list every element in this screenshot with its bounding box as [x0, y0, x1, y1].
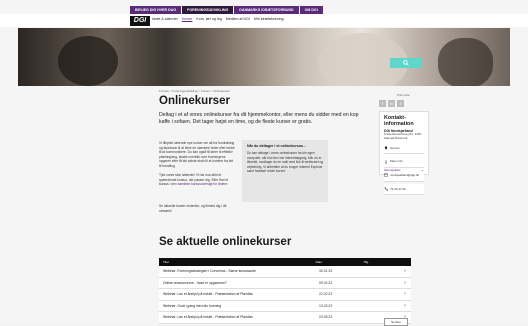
top-tab-foreningsudvikling[interactable]: FORENINGSUDVIKLING	[182, 6, 234, 14]
search-icon	[403, 60, 409, 66]
contact-phone[interactable]: 79 40 47 00	[384, 183, 424, 196]
info-box-title: Når du deltager i et onlinekursus…	[247, 144, 307, 148]
search-button[interactable]	[390, 58, 422, 68]
top-tab-om-dgi[interactable]: OM DGI	[299, 6, 323, 14]
column-header-availability[interactable]: Tilg.	[359, 258, 411, 266]
lead-text: Deltag i et af vores onlinekurser fra di…	[159, 112, 359, 125]
sub-navigation: Idræt & stævner Kurser Kom, lær og leg M…	[152, 17, 288, 21]
column-header-date[interactable]: Dato	[312, 258, 360, 266]
chevron-down-icon[interactable]: ⌄	[421, 167, 424, 172]
info-icon	[385, 160, 387, 164]
contact-title: Kontakt-information	[384, 115, 414, 127]
course-overview-link[interactable]: den samlede kursusoversigt for ledere.	[171, 182, 228, 186]
table-row[interactable]: Webinar: Lav et årshjul på enklet - Præs…	[159, 289, 411, 301]
facebook-icon[interactable]: f	[379, 100, 386, 107]
info-box: Når du deltager i et onlinekursus… Du ka…	[242, 140, 328, 202]
subnav-item-kom-laer-leg[interactable]: Kom, lær og leg	[196, 17, 221, 21]
hero-image	[18, 28, 510, 86]
body-text-signup: Se aktuelle kurser nedenfor, og tilmeld …	[159, 204, 227, 213]
linkedin-icon[interactable]: in	[388, 100, 395, 107]
opening-hours-toggle[interactable]: Åbningstider	[384, 168, 401, 172]
info-box-text: Du kan deltage i vores onlinekurser fra …	[247, 151, 324, 173]
subnav-item-idraet[interactable]: Idræt & stævner	[152, 17, 178, 21]
table-row[interactable]: Webinar: Godt i gang med din forening 13…	[159, 300, 411, 312]
page-title: Onlinekurser	[159, 95, 230, 107]
twitter-icon[interactable]: t	[397, 100, 404, 107]
chevron-right-icon: ›	[404, 291, 406, 297]
contact-address: Frederiksværksvej 6A, 3400 Hillerød Danm…	[384, 132, 422, 140]
table-header: Titel Dato Tilg.	[159, 258, 411, 266]
contact-card: Kontakt-information DGI Nordsjælland Fre…	[379, 111, 429, 196]
chevron-right-icon: ›	[404, 302, 406, 309]
top-tab-danmarks-idraetsforbund[interactable]: DANMARKS IDRÆTSFORBUND	[234, 6, 299, 14]
section-title: Se aktuelle onlinekurser	[159, 236, 292, 248]
top-tab-bevaeg[interactable]: BEVÆG DIG HVER DAG	[130, 6, 182, 14]
table-row[interactable]: Webinar: Lav et årshjul på enklet - Præs…	[159, 312, 411, 324]
subnav-item-kurser[interactable]: Kurser	[182, 17, 193, 21]
table-row[interactable]: Webinar: Foreningsstrategien i Corvenius…	[159, 266, 411, 278]
breadcrumb[interactable]: Forside > Foreningsudvikling > Kurser > …	[159, 89, 230, 93]
contact-map[interactable]: Se kort	[384, 142, 424, 155]
chevron-right-icon: ›	[404, 268, 406, 274]
contact-more-info[interactable]: Mere info	[384, 156, 424, 168]
print-link[interactable]: Print side	[397, 93, 410, 97]
subnav-item-min-idraetsforening[interactable]: Min idrætsforening	[254, 17, 284, 21]
chevron-right-icon: ›	[404, 279, 406, 286]
email-icon	[384, 174, 388, 177]
column-header-title[interactable]: Titel	[159, 258, 312, 266]
phone-icon	[384, 187, 388, 191]
dgi-logo[interactable]: DGI	[130, 16, 150, 26]
subnav-item-medlem[interactable]: Medlem af DGI	[226, 17, 250, 21]
location-pin-icon	[384, 146, 388, 150]
page: BEVÆG DIG HVER DAG FORENINGSUDVIKLING DA…	[0, 0, 528, 326]
top-navigation: BEVÆG DIG HVER DAG FORENINGSUDVIKLING DA…	[130, 6, 324, 14]
table-row[interactable]: Online-ressourcerne - hvad er opgaverne?…	[159, 277, 411, 289]
courses-table: Titel Dato Tilg. Webinar: Foreningsstrat…	[159, 258, 411, 324]
body-text: Vi tilbyder løbende nye kurser om alt fr…	[159, 141, 235, 187]
share-icons: f in t	[377, 100, 404, 107]
